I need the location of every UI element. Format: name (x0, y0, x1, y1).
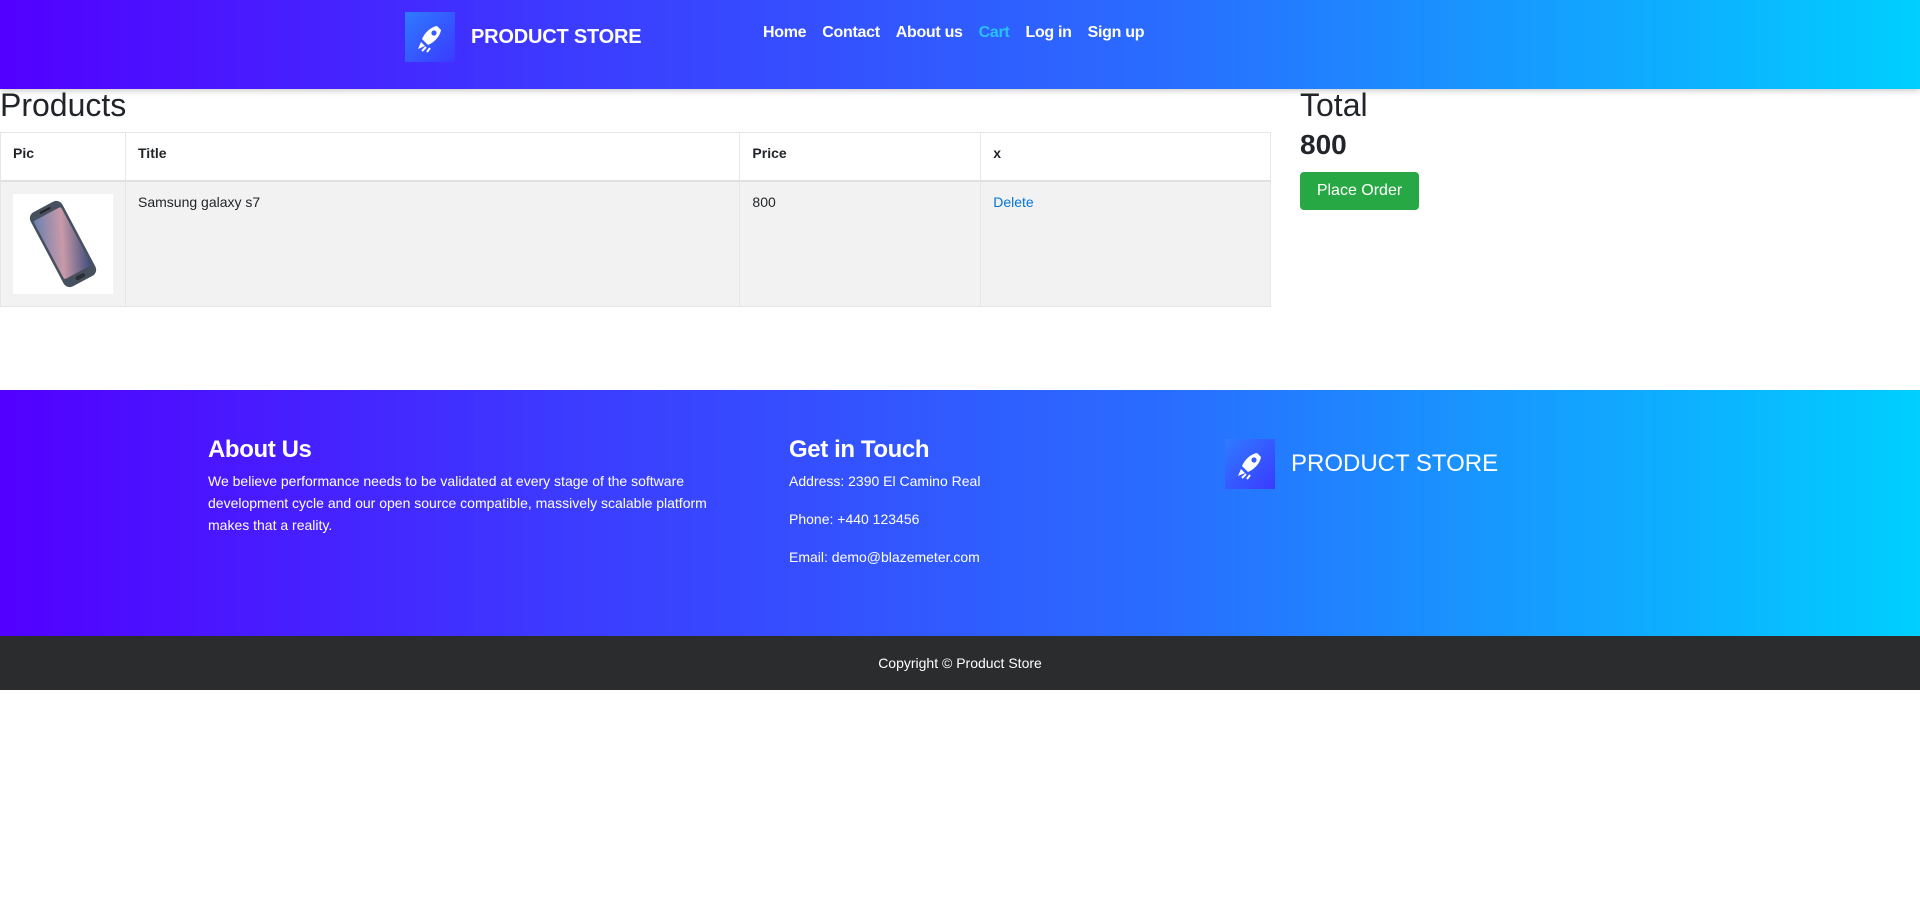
contact-heading: Get in Touch (789, 436, 930, 463)
table-row: Samsung galaxy s7 800 Delete (0, 180, 1271, 307)
about-text: We believe performance needs to be valid… (208, 473, 707, 533)
rocket-logo-icon (405, 12, 455, 62)
cell-title: Samsung galaxy s7 (124, 180, 741, 307)
total-heading: Total (1300, 87, 1368, 123)
place-order-button[interactable]: Place Order (1300, 172, 1419, 210)
contact-email: Email: demo@blazemeter.com (789, 549, 980, 565)
about-heading: About Us (208, 436, 312, 463)
brand-name: PRODUCT STORE (471, 25, 642, 48)
total-value: 800 (1300, 129, 1347, 160)
footer-brand-name: PRODUCT STORE (1291, 450, 1499, 477)
rocket-logo-icon (1225, 439, 1275, 489)
nav-about-us[interactable]: About us (896, 24, 963, 42)
nav-contact[interactable]: Contact (822, 24, 880, 42)
footer: About Us We believe performance needs to… (0, 390, 1920, 636)
cell-price: 800 (739, 180, 982, 307)
copyright-text: Copyright © Product Store (878, 655, 1042, 671)
navbar: PRODUCT STORE Home Contact About us Cart… (0, 0, 1920, 89)
nav-cart[interactable]: Cart (979, 24, 1010, 42)
brand-link[interactable]: PRODUCT STORE (405, 12, 642, 62)
column-header-title: Title (124, 132, 741, 182)
main-nav: Home Contact About us Cart Log in Sign u… (763, 24, 1160, 42)
footer-brand: PRODUCT STORE (1225, 439, 1498, 489)
copyright-bar: Copyright © Product Store (0, 636, 1920, 690)
cart-table: Pic Title Price x Samsung galaxy s7 800 … (0, 132, 1271, 307)
nav-sign-up[interactable]: Sign up (1088, 24, 1145, 42)
column-header-pic: Pic (0, 132, 126, 182)
products-heading: Products (0, 87, 127, 123)
contact-phone: Phone: +440 123456 (789, 511, 920, 527)
nav-log-in[interactable]: Log in (1025, 24, 1071, 42)
nav-home[interactable]: Home (763, 24, 807, 42)
contact-section: Get in Touch Address: 2390 El Camino Rea… (789, 436, 980, 568)
cell-action: Delete (980, 180, 1271, 307)
table-header-row: Pic Title Price x (0, 132, 1271, 182)
product-image (13, 193, 113, 294)
about-section: About Us We believe performance needs to… (208, 436, 728, 536)
column-header-price: Price (739, 132, 982, 182)
contact-address: Address: 2390 El Camino Real (789, 473, 981, 489)
cell-pic (0, 180, 126, 307)
column-header-x: x (980, 132, 1271, 182)
delete-link[interactable]: Delete (993, 194, 1033, 210)
